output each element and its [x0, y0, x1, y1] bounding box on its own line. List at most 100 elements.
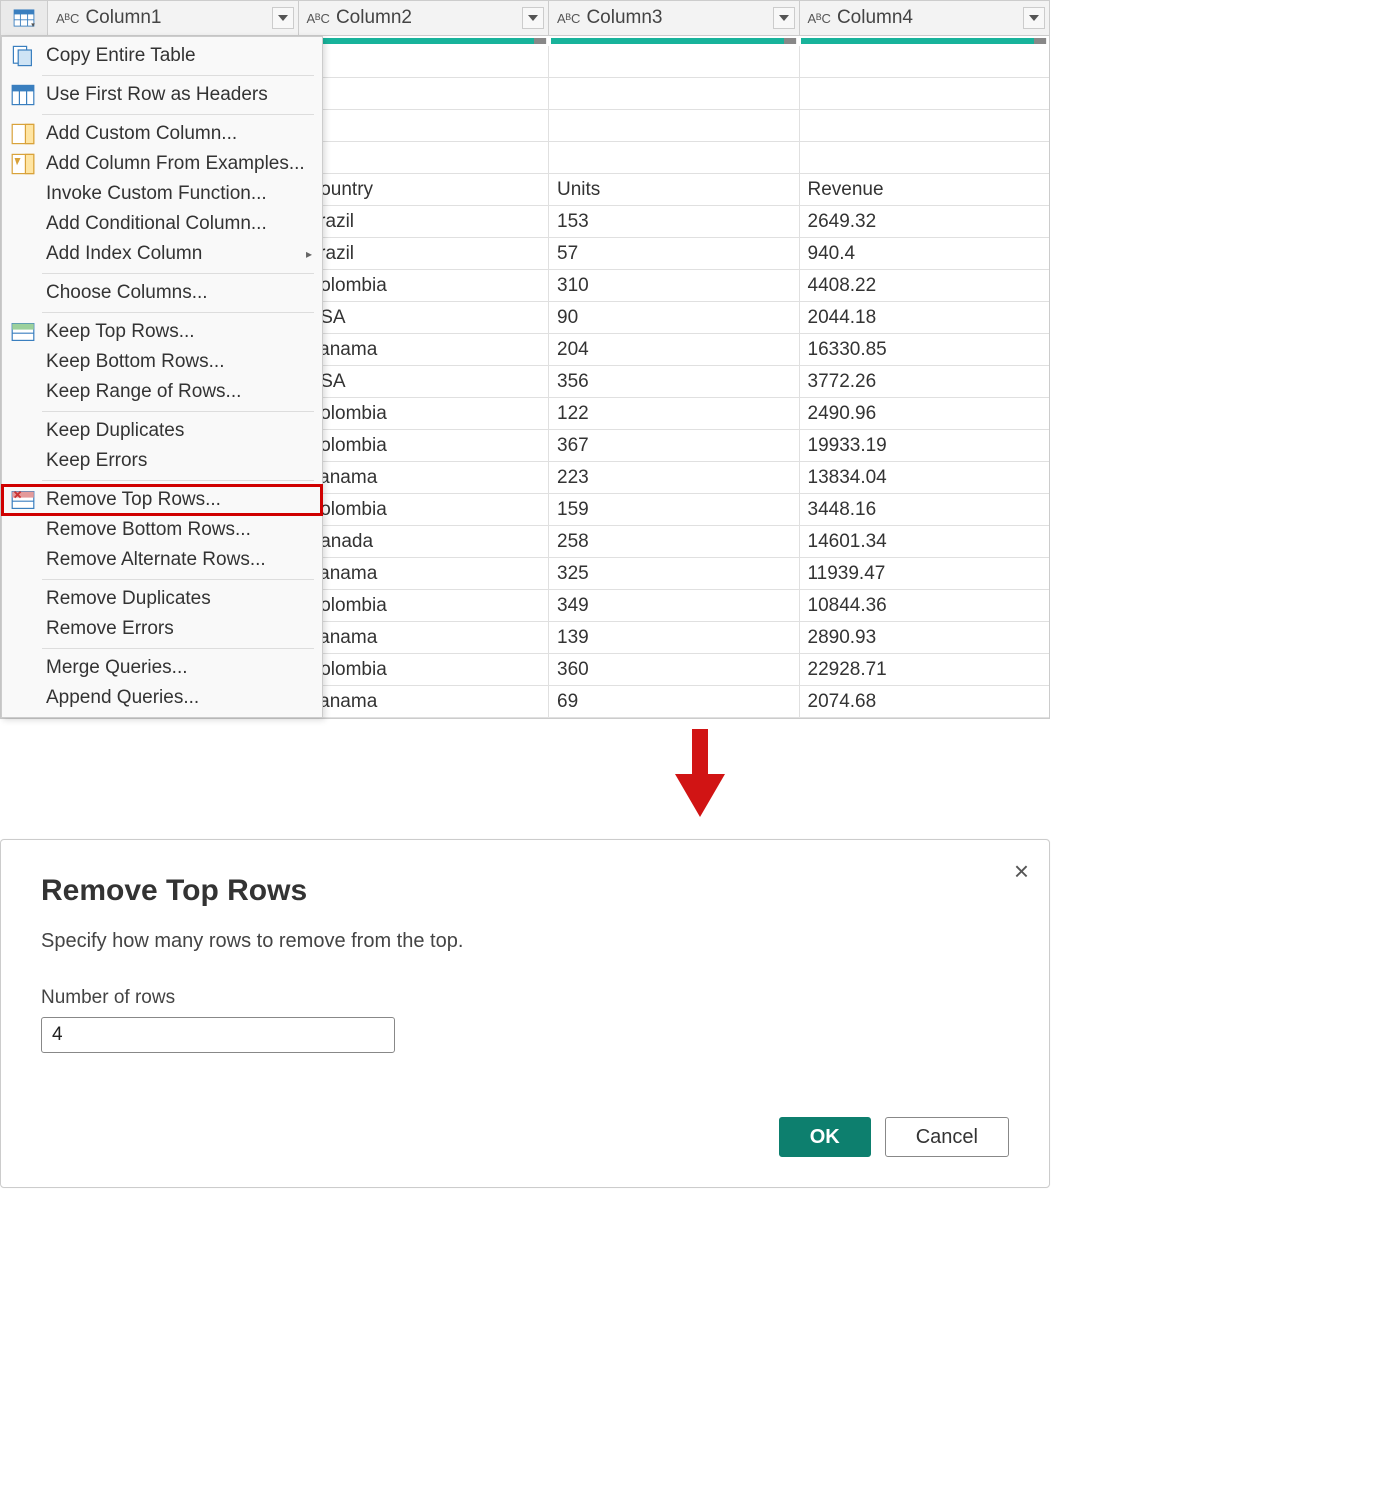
cell[interactable]: 3772.26: [800, 366, 1050, 397]
cell[interactable]: Panama: [299, 558, 550, 589]
menu-append-queries[interactable]: Append Queries...: [2, 683, 322, 713]
cell[interactable]: [549, 46, 800, 77]
cell[interactable]: 10844.36: [800, 590, 1050, 621]
cell[interactable]: Panama: [299, 462, 550, 493]
menu-remove-top-rows[interactable]: Remove Top Rows...: [2, 485, 322, 515]
cell[interactable]: Panama: [299, 334, 550, 365]
cell[interactable]: 258: [549, 526, 800, 557]
cell[interactable]: 310: [549, 270, 800, 301]
cell[interactable]: 4408.22: [800, 270, 1050, 301]
cell[interactable]: 204: [549, 334, 800, 365]
cell[interactable]: USA: [299, 302, 550, 333]
menu-add-custom-column[interactable]: Add Custom Column...: [2, 119, 322, 149]
cell[interactable]: 57: [549, 238, 800, 269]
cell[interactable]: Colombia: [299, 398, 550, 429]
cell[interactable]: 90: [549, 302, 800, 333]
cell[interactable]: 367: [549, 430, 800, 461]
column-filter-button[interactable]: [522, 7, 544, 29]
cell[interactable]: 2490.96: [800, 398, 1050, 429]
cell[interactable]: 122: [549, 398, 800, 429]
cell[interactable]: Colombia: [299, 590, 550, 621]
column-name: Column2: [336, 7, 412, 29]
cell[interactable]: 2890.93: [800, 622, 1050, 653]
cell[interactable]: USA: [299, 366, 550, 397]
menu-choose-columns[interactable]: Choose Columns...: [2, 278, 322, 308]
cell[interactable]: 13834.04: [800, 462, 1050, 493]
menu-add-conditional-column[interactable]: Add Conditional Column...: [2, 209, 322, 239]
cell[interactable]: Country: [299, 174, 550, 205]
menu-add-index-column[interactable]: Add Index Column ▸: [2, 239, 322, 269]
cell[interactable]: 2044.18: [800, 302, 1050, 333]
menu-remove-errors[interactable]: Remove Errors: [2, 614, 322, 644]
column-filter-button[interactable]: [272, 7, 294, 29]
ok-button[interactable]: OK: [779, 1117, 871, 1157]
cell[interactable]: 2649.32: [800, 206, 1050, 237]
cell[interactable]: [549, 78, 800, 109]
cell[interactable]: Colombia: [299, 270, 550, 301]
column-header-1[interactable]: AᴮC Column1: [48, 1, 299, 35]
cell[interactable]: [299, 78, 550, 109]
menu-keep-duplicates[interactable]: Keep Duplicates: [2, 416, 322, 446]
cell[interactable]: Brazil: [299, 238, 550, 269]
cell[interactable]: Panama: [299, 622, 550, 653]
cell[interactable]: 139: [549, 622, 800, 653]
cell[interactable]: [800, 110, 1050, 141]
column-header-4[interactable]: AᴮC Column4: [800, 1, 1050, 35]
cell[interactable]: Colombia: [299, 494, 550, 525]
cell[interactable]: 325: [549, 558, 800, 589]
menu-keep-errors[interactable]: Keep Errors: [2, 446, 322, 476]
cell[interactable]: 3448.16: [800, 494, 1050, 525]
cell[interactable]: [299, 110, 550, 141]
column-filter-button[interactable]: [1023, 7, 1045, 29]
cell[interactable]: 360: [549, 654, 800, 685]
chevron-down-icon: [278, 13, 288, 23]
menu-invoke-custom-function[interactable]: Invoke Custom Function...: [2, 179, 322, 209]
cell[interactable]: 159: [549, 494, 800, 525]
menu-remove-alternate-rows[interactable]: Remove Alternate Rows...: [2, 545, 322, 575]
cell[interactable]: [299, 46, 550, 77]
chevron-down-icon: [779, 13, 789, 23]
menu-use-first-row-headers[interactable]: Use First Row as Headers: [2, 80, 322, 110]
cell[interactable]: 940.4: [800, 238, 1050, 269]
number-of-rows-input[interactable]: [41, 1017, 395, 1053]
cell[interactable]: [549, 142, 800, 173]
cell[interactable]: 11939.47: [800, 558, 1050, 589]
cell[interactable]: [299, 142, 550, 173]
close-button[interactable]: ×: [1014, 856, 1029, 887]
menu-remove-bottom-rows[interactable]: Remove Bottom Rows...: [2, 515, 322, 545]
column-filter-button[interactable]: [773, 7, 795, 29]
cell[interactable]: 349: [549, 590, 800, 621]
cell[interactable]: [800, 142, 1050, 173]
menu-keep-bottom-rows[interactable]: Keep Bottom Rows...: [2, 347, 322, 377]
copy-icon: [11, 46, 35, 66]
menu-remove-duplicates[interactable]: Remove Duplicates: [2, 584, 322, 614]
cell[interactable]: 153: [549, 206, 800, 237]
menu-copy-entire-table[interactable]: Copy Entire Table: [2, 41, 322, 71]
menu-keep-range-rows[interactable]: Keep Range of Rows...: [2, 377, 322, 407]
cancel-button[interactable]: Cancel: [885, 1117, 1009, 1157]
menu-add-column-from-examples[interactable]: Add Column From Examples...: [2, 149, 322, 179]
cell[interactable]: [800, 78, 1050, 109]
cell[interactable]: Panama: [299, 686, 550, 717]
cell[interactable]: 19933.19: [800, 430, 1050, 461]
cell[interactable]: Revenue: [800, 174, 1050, 205]
cell[interactable]: 356: [549, 366, 800, 397]
cell[interactable]: 223: [549, 462, 800, 493]
cell[interactable]: 22928.71: [800, 654, 1050, 685]
column-header-2[interactable]: AᴮC Column2: [299, 1, 550, 35]
table-menu-button[interactable]: [1, 1, 48, 35]
cell[interactable]: Brazil: [299, 206, 550, 237]
cell[interactable]: Colombia: [299, 654, 550, 685]
cell[interactable]: Units: [549, 174, 800, 205]
cell[interactable]: Colombia: [299, 430, 550, 461]
cell[interactable]: Canada: [299, 526, 550, 557]
cell[interactable]: 14601.34: [800, 526, 1050, 557]
cell[interactable]: [800, 46, 1050, 77]
menu-keep-top-rows[interactable]: Keep Top Rows...: [2, 317, 322, 347]
column-header-3[interactable]: AᴮC Column3: [549, 1, 800, 35]
menu-merge-queries[interactable]: Merge Queries...: [2, 653, 322, 683]
cell[interactable]: 2074.68: [800, 686, 1050, 717]
cell[interactable]: 16330.85: [800, 334, 1050, 365]
cell[interactable]: 69: [549, 686, 800, 717]
cell[interactable]: [549, 110, 800, 141]
